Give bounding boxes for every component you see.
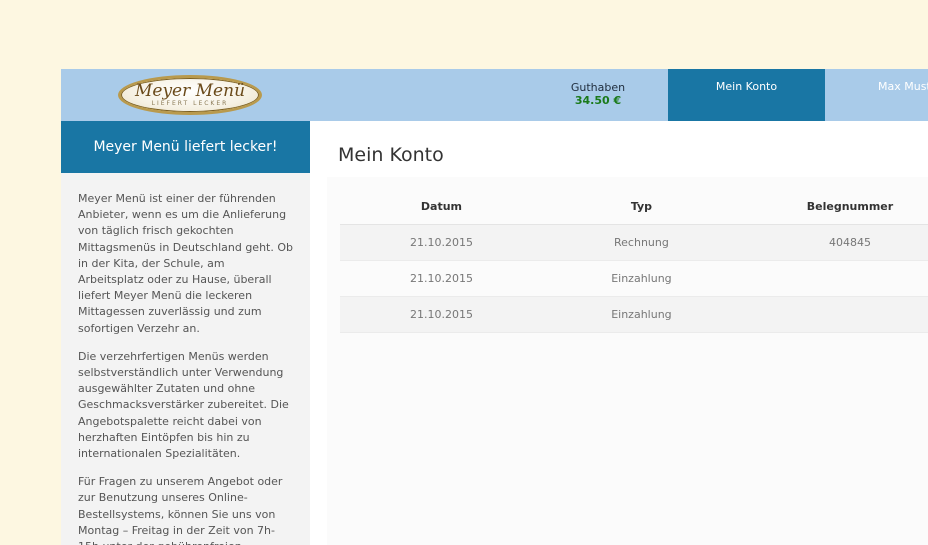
- sidebar: Meyer Menü liefert lecker! Meyer Menü is…: [61, 121, 310, 545]
- cell-receipt-number[interactable]: 404845: [739, 224, 928, 261]
- sidebar-paragraph: Für Fragen zu unserem Angebot oder zur B…: [78, 475, 283, 545]
- cell-type: Einzahlung: [542, 260, 740, 297]
- table-row[interactable]: 21.10.2015 Rechnung 404845: [340, 224, 928, 261]
- table-row[interactable]: 21.10.2015 Einzahlung: [340, 260, 928, 297]
- logo-tagline: LIEFERT LECKER: [151, 100, 229, 107]
- cell-receipt-number: [739, 260, 928, 297]
- balance-value: 34.50 €: [574, 94, 622, 107]
- logo-title: Meyer Menü: [134, 81, 246, 101]
- sidebar-paragraph: Die verzehrfertigen Menüs werden selbstv…: [78, 349, 289, 461]
- cell-type: Einzahlung: [542, 296, 740, 333]
- balance-display: Guthaben 34.50 €: [529, 69, 667, 121]
- account-table-container: Datum Typ Belegnummer 21.10.2015 Rechnun…: [327, 177, 928, 545]
- column-header-belegnummer[interactable]: Belegnummer: [739, 188, 928, 225]
- cell-receipt-number: [739, 296, 928, 333]
- logo-area[interactable]: Meyer Menü LIEFERT LECKER: [61, 69, 310, 121]
- nav-user-menu[interactable]: Max Must: [825, 69, 928, 121]
- account-table: Datum Typ Belegnummer 21.10.2015 Rechnun…: [340, 188, 928, 333]
- cell-date: 21.10.2015: [340, 224, 543, 261]
- page-title: Mein Konto: [338, 144, 444, 166]
- table-header-row: Datum Typ Belegnummer: [340, 188, 928, 225]
- cell-date: 21.10.2015: [340, 260, 543, 297]
- cell-date: 21.10.2015: [340, 296, 543, 333]
- column-header-datum[interactable]: Datum: [340, 188, 543, 225]
- main-content: Mein Konto Datum Typ Belegnummer 21.10.2…: [310, 121, 928, 545]
- nav-mein-konto[interactable]: Mein Konto: [668, 69, 825, 121]
- table-row[interactable]: 21.10.2015 Einzahlung: [340, 296, 928, 333]
- sidebar-paragraph: Meyer Menü ist einer der führenden Anbie…: [78, 192, 293, 335]
- cell-type: Rechnung: [542, 224, 740, 261]
- top-navigation-bar: Meyer Menü LIEFERT LECKER Guthaben 34.50…: [61, 69, 928, 121]
- app-window: Meyer Menü LIEFERT LECKER Guthaben 34.50…: [61, 69, 928, 545]
- brand-logo[interactable]: Meyer Menü LIEFERT LECKER: [118, 75, 262, 115]
- balance-label: Guthaben: [570, 81, 626, 94]
- column-header-typ[interactable]: Typ: [542, 188, 740, 225]
- sidebar-heading: Meyer Menü liefert lecker!: [61, 121, 310, 173]
- sidebar-text: Meyer Menü ist einer der führenden Anbie…: [61, 173, 310, 545]
